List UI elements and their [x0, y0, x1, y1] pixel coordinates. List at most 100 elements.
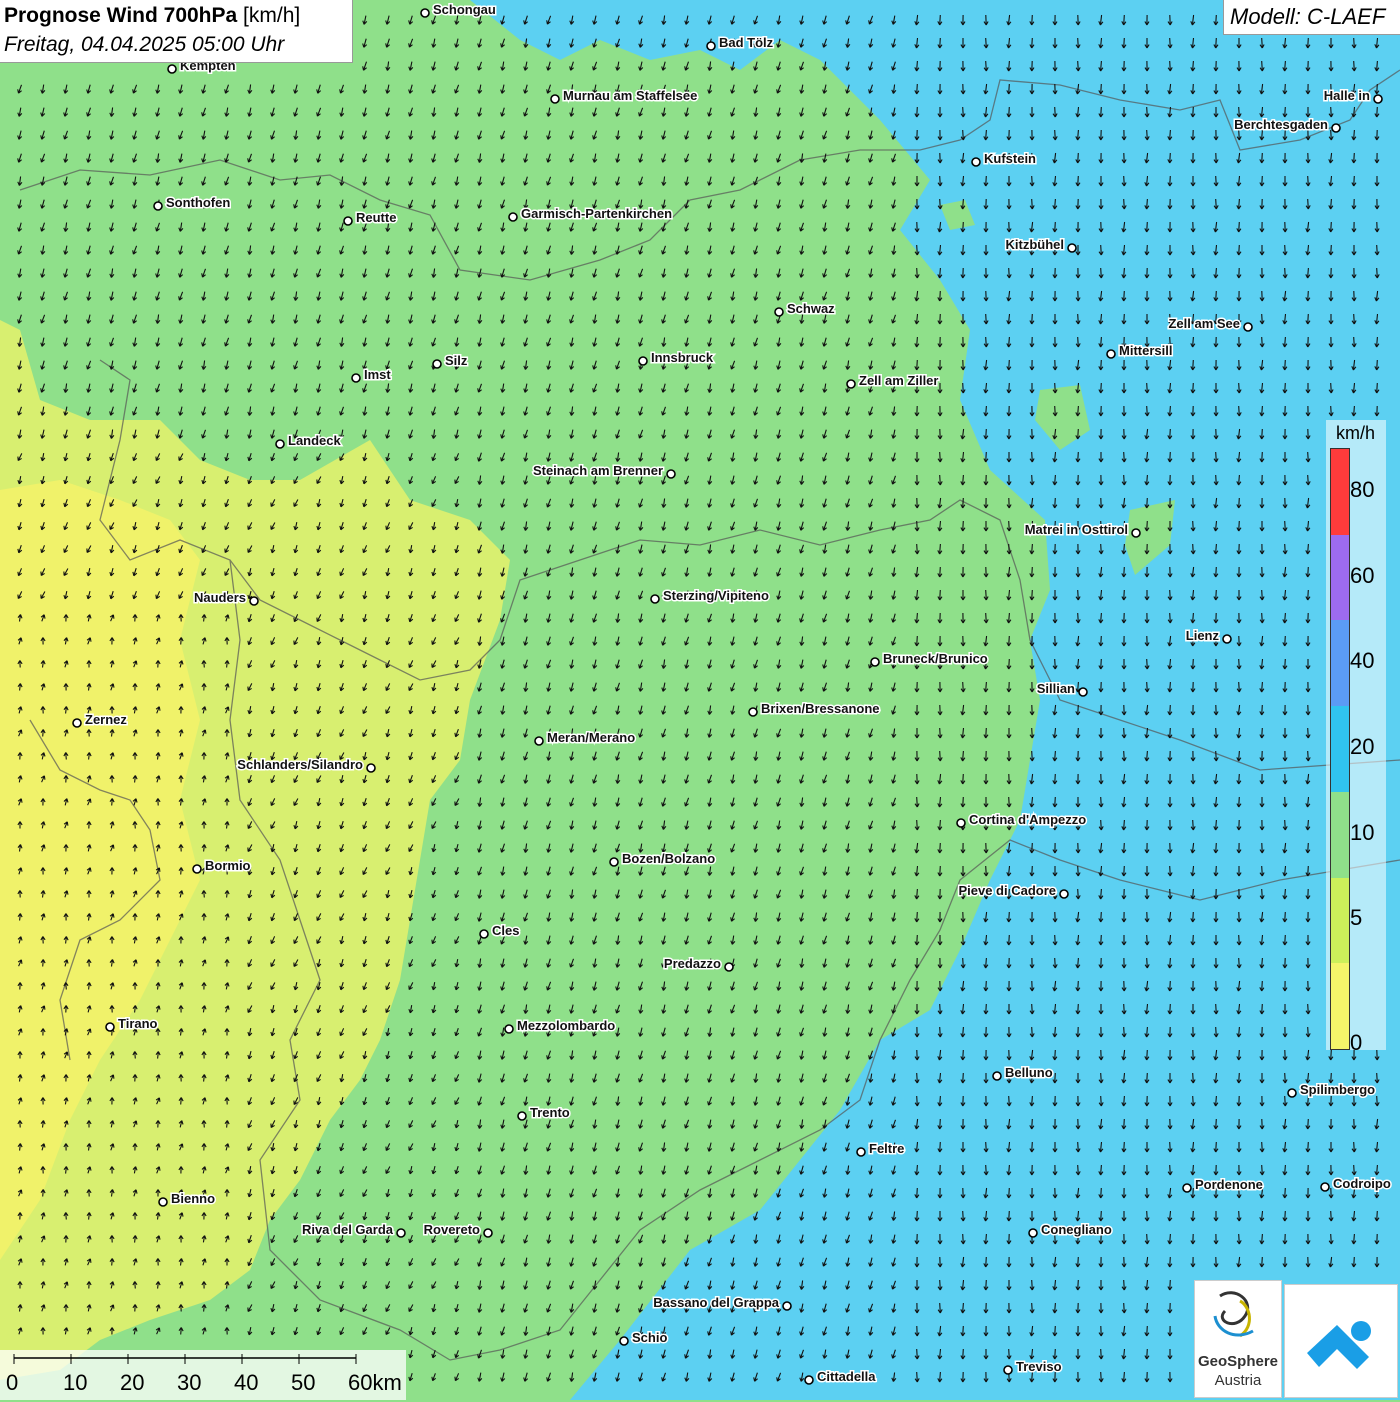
city-dot [609, 857, 619, 867]
city-dot [432, 359, 442, 369]
legend-segment [1331, 791, 1349, 878]
legend-segment [1331, 620, 1349, 707]
geosphere-name: GeoSphere [1197, 1353, 1279, 1370]
city-label: Zernez [85, 712, 127, 727]
city-label: Zell am See [1168, 316, 1240, 331]
city-label: Landeck [288, 433, 342, 448]
mountain-cloud-icon [1307, 1321, 1371, 1369]
city-dot [550, 94, 560, 104]
city-dot [638, 356, 648, 366]
city-dot [992, 1071, 1002, 1081]
city-dot [774, 307, 784, 317]
city-label: Spilimbergo [1300, 1082, 1375, 1097]
city-label: Schongau [433, 2, 496, 17]
city-label: Imst [364, 367, 391, 382]
city-label: Nauders [194, 590, 246, 605]
city-label: Bruneck/Brunico [883, 651, 988, 666]
city-dot [971, 157, 981, 167]
city-label: Bassano del Grappa [653, 1295, 779, 1310]
city-label: Lienz [1186, 628, 1220, 643]
city-label: Feltre [869, 1141, 904, 1156]
forecast-datetime: Freitag, 04.04.2025 05:00 Uhr [4, 33, 285, 56]
city-dot [534, 736, 544, 746]
legend-label: 20 [1350, 734, 1375, 759]
city-dot [1106, 349, 1116, 359]
city-dot [782, 1301, 792, 1311]
legend-label: 0 [1350, 1029, 1363, 1055]
city-label: Kitzbühel [1006, 237, 1065, 252]
legend-segment [1331, 963, 1349, 1049]
city-dot [72, 718, 82, 728]
city-label: Mittersill [1119, 343, 1172, 358]
city-label: Codroipo [1333, 1176, 1391, 1191]
scale-label: 50 [291, 1370, 316, 1395]
city-dot [856, 1147, 866, 1157]
city-label: Belluno [1005, 1065, 1053, 1080]
city-dot [1222, 634, 1232, 644]
city-dot [1078, 687, 1088, 697]
city-dot [706, 41, 716, 51]
scale-ruler [13, 1354, 357, 1364]
city-dot [1131, 528, 1141, 538]
city-label: Trento [530, 1105, 570, 1120]
legend-segment [1331, 706, 1349, 792]
city-dot [366, 763, 376, 773]
city-dot [1182, 1183, 1192, 1193]
city-label: Pieve di Cadore [958, 883, 1056, 898]
scale-label: 60km [348, 1370, 402, 1395]
city-dot [1028, 1228, 1038, 1238]
legend-unit: km/h [1336, 423, 1376, 443]
city-label: Sterzing/Vipiteno [663, 588, 769, 603]
legend-segment [1331, 449, 1349, 535]
city-label: Innsbruck [651, 350, 714, 365]
city-label: Tirano [118, 1016, 158, 1031]
city-label: Riva del Garda [302, 1222, 394, 1237]
city-label: Steinach am Brenner [533, 463, 663, 478]
city-label: Matrei in Osttirol [1025, 522, 1128, 537]
city-dot [479, 929, 489, 939]
city-dot [1059, 889, 1069, 899]
city-dot [846, 379, 856, 389]
city-dot [105, 1022, 115, 1032]
city-dot [153, 201, 163, 211]
city-dot [1373, 94, 1383, 104]
wind-map[interactable]: SchongauKemptenBad TölzMurnau am Staffel… [0, 0, 1400, 1400]
map-title: Prognose Wind 700hPa [km/h] [4, 4, 301, 27]
model-box: Modell: C-LAEF [1223, 0, 1400, 35]
city-label: Sillian [1037, 681, 1075, 696]
city-dot [748, 707, 758, 717]
city-dot [804, 1375, 814, 1385]
city-dot [1331, 123, 1341, 133]
legend-label: 10 [1350, 819, 1375, 845]
city-label: Conegliano [1041, 1222, 1112, 1237]
app-logo [1284, 1284, 1398, 1398]
city-label: Predazzo [664, 956, 721, 971]
geosphere-swirl-icon [1213, 1291, 1254, 1338]
city-dot [1067, 243, 1077, 253]
city-label: Silz [445, 353, 468, 368]
city-dot [956, 818, 966, 828]
legend-label: 80 [1350, 476, 1375, 502]
city-label: Bad Tölz [719, 35, 774, 50]
model-label: Modell: C-LAEF [1230, 4, 1386, 29]
city-label: Schio [632, 1330, 667, 1345]
city-label: Halle in [1324, 88, 1370, 103]
city-dot [192, 864, 202, 874]
legend-segment [1331, 534, 1349, 621]
city-dot [158, 1197, 168, 1207]
color-legend: km/h 80 60 40 20 10 5 0 [1326, 420, 1386, 1055]
city-dot [619, 1336, 629, 1346]
city-label: Schlanders/Silandro [237, 757, 363, 772]
city-dot [1003, 1365, 1013, 1375]
legend-label: 5 [1350, 905, 1363, 931]
city-label: Garmisch-Partenkirchen [521, 206, 672, 221]
city-dot [167, 64, 177, 74]
city-label: Bienno [171, 1191, 215, 1206]
city-dot [1320, 1182, 1330, 1192]
city-dot [483, 1228, 493, 1238]
city-label: Bormio [205, 858, 251, 873]
city-label: Sonthofen [166, 195, 230, 210]
scale-label: 20 [120, 1370, 145, 1395]
city-dot [351, 373, 361, 383]
city-label: Cles [492, 923, 519, 938]
